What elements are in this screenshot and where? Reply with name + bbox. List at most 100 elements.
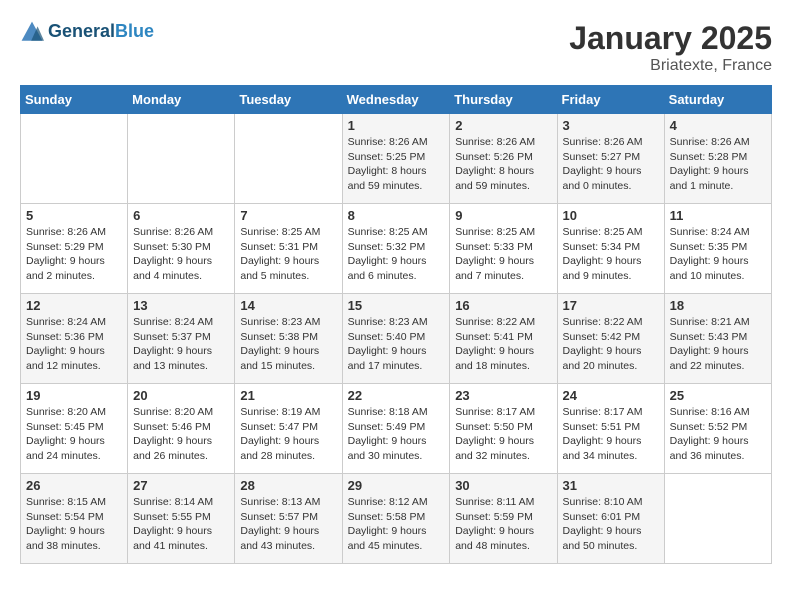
- logo: GeneralBlue: [20, 20, 154, 44]
- day-info: Sunrise: 8:24 AM Sunset: 5:35 PM Dayligh…: [670, 225, 766, 284]
- week-row-3: 12 Sunrise: 8:24 AM Sunset: 5:36 PM Dayli…: [21, 294, 772, 384]
- day-number: 21: [240, 388, 336, 403]
- day-info: Sunrise: 8:15 AM Sunset: 5:54 PM Dayligh…: [26, 495, 122, 554]
- calendar-cell: 14 Sunrise: 8:23 AM Sunset: 5:38 PM Dayli…: [235, 294, 342, 384]
- day-header-friday: Friday: [557, 86, 664, 114]
- day-number: 30: [455, 478, 551, 493]
- day-number: 25: [670, 388, 766, 403]
- location: Briatexte, France: [569, 57, 772, 75]
- day-header-sunday: Sunday: [21, 86, 128, 114]
- calendar-cell: 11 Sunrise: 8:24 AM Sunset: 5:35 PM Dayli…: [664, 204, 771, 294]
- calendar-table: SundayMondayTuesdayWednesdayThursdayFrid…: [20, 85, 772, 564]
- day-info: Sunrise: 8:13 AM Sunset: 5:57 PM Dayligh…: [240, 495, 336, 554]
- day-number: 11: [670, 208, 766, 223]
- calendar-cell: 30 Sunrise: 8:11 AM Sunset: 5:59 PM Dayli…: [450, 474, 557, 564]
- calendar-cell: 2 Sunrise: 8:26 AM Sunset: 5:26 PM Daylig…: [450, 114, 557, 204]
- week-row-1: 1Sunrise: 8:26 AM Sunset: 5:25 PM Daylig…: [21, 114, 772, 204]
- day-number: 22: [348, 388, 445, 403]
- day-number: 16: [455, 298, 551, 313]
- calendar-cell: 21 Sunrise: 8:19 AM Sunset: 5:47 PM Dayli…: [235, 384, 342, 474]
- day-number: 8: [348, 208, 445, 223]
- day-header-saturday: Saturday: [664, 86, 771, 114]
- day-number: 3: [563, 118, 659, 133]
- calendar-cell: 4 Sunrise: 8:26 AM Sunset: 5:28 PM Daylig…: [664, 114, 771, 204]
- day-info: Sunrise: 8:11 AM Sunset: 5:59 PM Dayligh…: [455, 495, 551, 554]
- day-info: Sunrise: 8:18 AM Sunset: 5:49 PM Dayligh…: [348, 405, 445, 464]
- day-number: 27: [133, 478, 229, 493]
- calendar-cell: 10 Sunrise: 8:25 AM Sunset: 5:34 PM Dayli…: [557, 204, 664, 294]
- day-number: 23: [455, 388, 551, 403]
- day-info: Sunrise: 8:23 AM Sunset: 5:38 PM Dayligh…: [240, 315, 336, 374]
- day-info: Sunrise: 8:22 AM Sunset: 5:41 PM Dayligh…: [455, 315, 551, 374]
- calendar-cell: 17Sunrise: 8:22 AM Sunset: 5:42 PM Dayli…: [557, 294, 664, 384]
- day-header-row: SundayMondayTuesdayWednesdayThursdayFrid…: [21, 86, 772, 114]
- day-header-monday: Monday: [128, 86, 235, 114]
- day-number: 26: [26, 478, 122, 493]
- week-row-2: 5Sunrise: 8:26 AM Sunset: 5:29 PM Daylig…: [21, 204, 772, 294]
- day-info: Sunrise: 8:25 AM Sunset: 5:33 PM Dayligh…: [455, 225, 551, 284]
- calendar-cell: 29 Sunrise: 8:12 AM Sunset: 5:58 PM Dayli…: [342, 474, 450, 564]
- month-title: January 2025: [569, 20, 772, 57]
- day-header-tuesday: Tuesday: [235, 86, 342, 114]
- day-info: Sunrise: 8:20 AM Sunset: 5:46 PM Dayligh…: [133, 405, 229, 464]
- calendar-cell: 23 Sunrise: 8:17 AM Sunset: 5:50 PM Dayli…: [450, 384, 557, 474]
- day-number: 4: [670, 118, 766, 133]
- day-info: Sunrise: 8:16 AM Sunset: 5:52 PM Dayligh…: [670, 405, 766, 464]
- day-number: 18: [670, 298, 766, 313]
- title-block: January 2025 Briatexte, France: [569, 20, 772, 75]
- calendar-cell: 31 Sunrise: 8:10 AM Sunset: 6:01 PM Dayli…: [557, 474, 664, 564]
- day-number: 17: [563, 298, 659, 313]
- day-number: 31: [563, 478, 659, 493]
- day-number: 9: [455, 208, 551, 223]
- calendar-cell: 12 Sunrise: 8:24 AM Sunset: 5:36 PM Dayli…: [21, 294, 128, 384]
- calendar-cell: 27 Sunrise: 8:14 AM Sunset: 5:55 PM Dayli…: [128, 474, 235, 564]
- day-number: 14: [240, 298, 336, 313]
- calendar-cell: 13Sunrise: 8:24 AM Sunset: 5:37 PM Dayli…: [128, 294, 235, 384]
- day-info: Sunrise: 8:17 AM Sunset: 5:51 PM Dayligh…: [563, 405, 659, 464]
- day-info: Sunrise: 8:25 AM Sunset: 5:32 PM Dayligh…: [348, 225, 445, 284]
- day-header-wednesday: Wednesday: [342, 86, 450, 114]
- day-number: 5: [26, 208, 122, 223]
- calendar-cell: 8 Sunrise: 8:25 AM Sunset: 5:32 PM Daylig…: [342, 204, 450, 294]
- day-info: Sunrise: 8:20 AM Sunset: 5:45 PM Dayligh…: [26, 405, 122, 464]
- day-number: 13: [133, 298, 229, 313]
- day-info: Sunrise: 8:25 AM Sunset: 5:34 PM Dayligh…: [563, 225, 659, 284]
- day-number: 10: [563, 208, 659, 223]
- calendar-cell: 24Sunrise: 8:17 AM Sunset: 5:51 PM Dayli…: [557, 384, 664, 474]
- day-number: 29: [348, 478, 445, 493]
- calendar-cell: 9 Sunrise: 8:25 AM Sunset: 5:33 PM Daylig…: [450, 204, 557, 294]
- day-number: 12: [26, 298, 122, 313]
- day-number: 7: [240, 208, 336, 223]
- day-number: 19: [26, 388, 122, 403]
- day-number: 6: [133, 208, 229, 223]
- calendar-cell: 18Sunrise: 8:21 AM Sunset: 5:43 PM Dayli…: [664, 294, 771, 384]
- calendar-cell: [21, 114, 128, 204]
- day-info: Sunrise: 8:17 AM Sunset: 5:50 PM Dayligh…: [455, 405, 551, 464]
- calendar-cell: 7 Sunrise: 8:25 AM Sunset: 5:31 PM Daylig…: [235, 204, 342, 294]
- day-number: 2: [455, 118, 551, 133]
- day-info: Sunrise: 8:26 AM Sunset: 5:26 PM Dayligh…: [455, 135, 551, 194]
- week-row-5: 26 Sunrise: 8:15 AM Sunset: 5:54 PM Dayli…: [21, 474, 772, 564]
- day-info: Sunrise: 8:26 AM Sunset: 5:28 PM Dayligh…: [670, 135, 766, 194]
- day-info: Sunrise: 8:10 AM Sunset: 6:01 PM Dayligh…: [563, 495, 659, 554]
- day-info: Sunrise: 8:19 AM Sunset: 5:47 PM Dayligh…: [240, 405, 336, 464]
- calendar-cell: 3Sunrise: 8:26 AM Sunset: 5:27 PM Daylig…: [557, 114, 664, 204]
- calendar-cell: 22 Sunrise: 8:18 AM Sunset: 5:49 PM Dayli…: [342, 384, 450, 474]
- calendar-cell: [235, 114, 342, 204]
- day-info: Sunrise: 8:26 AM Sunset: 5:30 PM Dayligh…: [133, 225, 229, 284]
- day-info: Sunrise: 8:14 AM Sunset: 5:55 PM Dayligh…: [133, 495, 229, 554]
- page-header: GeneralBlue January 2025 Briatexte, Fran…: [20, 20, 772, 75]
- calendar-cell: 26 Sunrise: 8:15 AM Sunset: 5:54 PM Dayli…: [21, 474, 128, 564]
- calendar-cell: 16 Sunrise: 8:22 AM Sunset: 5:41 PM Dayli…: [450, 294, 557, 384]
- day-number: 20: [133, 388, 229, 403]
- day-number: 28: [240, 478, 336, 493]
- calendar-cell: 25 Sunrise: 8:16 AM Sunset: 5:52 PM Dayli…: [664, 384, 771, 474]
- calendar-cell: 6 Sunrise: 8:26 AM Sunset: 5:30 PM Daylig…: [128, 204, 235, 294]
- calendar-cell: 5Sunrise: 8:26 AM Sunset: 5:29 PM Daylig…: [21, 204, 128, 294]
- calendar-cell: 28 Sunrise: 8:13 AM Sunset: 5:57 PM Dayli…: [235, 474, 342, 564]
- day-info: Sunrise: 8:24 AM Sunset: 5:36 PM Dayligh…: [26, 315, 122, 374]
- calendar-cell: [128, 114, 235, 204]
- day-number: 1: [348, 118, 445, 133]
- day-info: Sunrise: 8:25 AM Sunset: 5:31 PM Dayligh…: [240, 225, 336, 284]
- day-info: Sunrise: 8:12 AM Sunset: 5:58 PM Dayligh…: [348, 495, 445, 554]
